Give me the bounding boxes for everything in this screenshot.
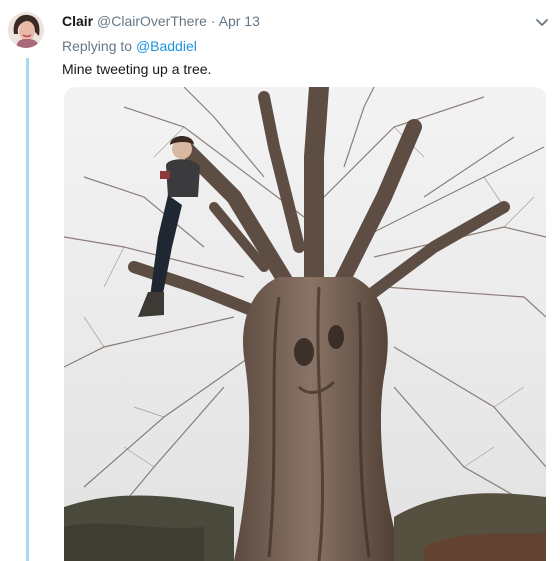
- author-name[interactable]: Clair: [62, 13, 93, 29]
- tweet[interactable]: Clair @ClairOverThere · Apr 13 Replying …: [0, 0, 560, 561]
- tree-with-person-photo: [64, 87, 546, 561]
- replying-prefix: Replying to: [62, 38, 133, 54]
- reply-mention-link[interactable]: @Baddiel: [136, 38, 197, 54]
- author-handle[interactable]: @ClairOverThere: [97, 13, 207, 29]
- replying-to: Replying to @Baddiel: [62, 38, 197, 54]
- avatar[interactable]: [8, 12, 44, 48]
- tweet-header: Clair @ClairOverThere · Apr 13: [62, 12, 550, 32]
- avatar-image: [8, 12, 44, 48]
- tweet-photo[interactable]: [64, 87, 546, 561]
- tweet-text: Mine tweeting up a tree.: [62, 61, 212, 77]
- chevron-down-icon[interactable]: [534, 14, 550, 30]
- separator: ·: [210, 13, 216, 29]
- tweet-date[interactable]: Apr 13: [219, 13, 260, 29]
- thread-line: [26, 58, 29, 561]
